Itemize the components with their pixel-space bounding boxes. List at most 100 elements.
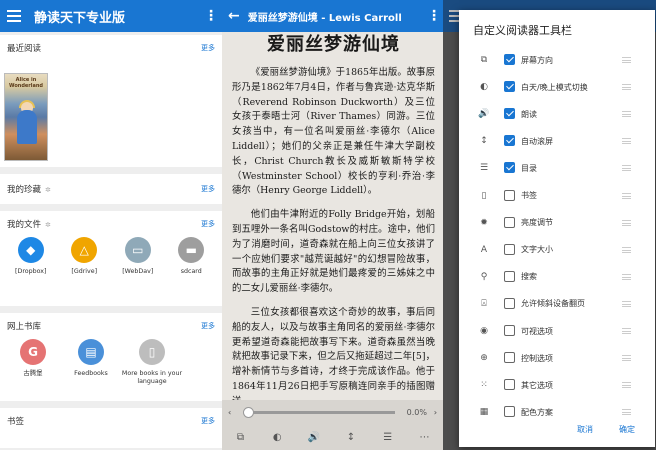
progress-slider-thumb[interactable]: [243, 406, 254, 418]
toolbar-option-row[interactable]: ▦ 配色方案: [459, 403, 655, 421]
day-night-icon[interactable]: ◐: [265, 432, 289, 443]
option-label: 屏幕方向: [521, 55, 553, 65]
files-title-wrap: 我的文件 ✲: [7, 218, 201, 230]
dialog-title: 自定义阅读器工具栏: [473, 24, 572, 37]
option-label: 朗读: [521, 109, 537, 119]
drag-handle-icon[interactable]: [622, 328, 631, 334]
file-source-label: [Dropbox]: [15, 268, 47, 275]
toolbar-option-row[interactable]: ⚲ 搜索: [459, 268, 655, 286]
toolbar-option-row[interactable]: ☰ 目录: [459, 159, 655, 177]
toolbar-option-row[interactable]: ⁙ 其它选项: [459, 376, 655, 394]
toolbar-option-row[interactable]: ✹ 亮度调节: [459, 214, 655, 232]
online-source-gutenberg[interactable]: G 古腾堡: [4, 339, 62, 386]
option-checkbox[interactable]: [504, 135, 515, 147]
favorites-title: 我的珍藏: [7, 185, 42, 195]
toolbar-option-row[interactable]: 🔊 朗读: [459, 105, 655, 123]
cancel-button[interactable]: 取消: [577, 424, 593, 435]
reader-app-bar: ← 爱丽丝梦游仙境 - Lewis Carroll ⋮: [222, 0, 443, 32]
more-icon[interactable]: ⋯: [413, 432, 437, 443]
favorites-more-link[interactable]: 更多: [201, 184, 215, 194]
favorites-title-wrap: 我的珍藏 ✲: [7, 183, 201, 195]
option-checkbox[interactable]: [504, 108, 515, 120]
reader-paragraph: 他们由牛津附近的Folly Bridge开始，划船到五哩外一条名叫Godstow…: [232, 209, 435, 295]
book-icon: ▯: [139, 339, 165, 365]
option-checkbox[interactable]: [504, 352, 515, 364]
book-cover-alice[interactable]: Alice in Wonderland: [4, 73, 48, 161]
customize-toolbar-dialog: 自定义阅读器工具栏 ⧉ 屏幕方向 ◐ 白天/晚上模式切换 🔊 朗读 ↕ 自动滚屏 ☰ 目录 ▯ 书签 ✹…: [459, 10, 655, 447]
toolbar-option-row[interactable]: ⧉ 屏幕方向: [459, 51, 655, 69]
option-label: 亮度调节: [521, 218, 553, 228]
reader-overflow-menu-icon[interactable]: ⋮: [427, 8, 441, 24]
drag-handle-icon[interactable]: [622, 246, 631, 253]
option-checkbox[interactable]: [504, 189, 515, 201]
back-arrow-icon[interactable]: ←: [228, 8, 240, 24]
toolbar-option-row[interactable]: A 文字大小: [459, 241, 655, 259]
toc-icon[interactable]: ☰: [376, 432, 400, 443]
progress-slider[interactable]: [243, 406, 395, 418]
toolbar-option-row[interactable]: ◉ 可视选项: [459, 322, 655, 340]
file-source-gdrive[interactable]: △ [Gdrive]: [58, 237, 112, 276]
option-checkbox[interactable]: [504, 379, 515, 391]
cover-art-dress: [17, 110, 37, 144]
toc-icon: ☰: [479, 163, 489, 174]
library-panel: 静读天下专业版 ⋮ 最近阅读 更多 Alice in Wonderland 我的…: [0, 0, 222, 450]
online-more-link[interactable]: 更多: [201, 321, 215, 331]
file-source-webdav[interactable]: ▭ [WebDav]: [111, 237, 165, 276]
drag-handle-icon[interactable]: [622, 57, 631, 63]
reader-toolbar: ⧉ ◐ 🔊 ↕ ☰ ⋯: [222, 424, 443, 450]
drag-handle-icon[interactable]: [622, 273, 631, 280]
toolbar-option-row[interactable]: ↕ 自动滚屏: [459, 132, 655, 150]
other-options-icon: ⁙: [480, 380, 488, 391]
settings-small-icon[interactable]: ✲: [45, 186, 51, 194]
option-checkbox[interactable]: [504, 270, 515, 282]
drag-handle-icon[interactable]: [622, 300, 631, 307]
drag-handle-icon[interactable]: [622, 219, 631, 226]
online-source-feedbooks[interactable]: ▤ Feedbooks: [62, 339, 120, 386]
drag-handle-icon[interactable]: [622, 138, 631, 145]
recent-more-link[interactable]: 更多: [201, 43, 215, 53]
next-chevron-icon[interactable]: ›: [427, 408, 437, 417]
control-icon: ⊕: [480, 353, 488, 364]
toolbar-option-row[interactable]: ◐ 白天/晚上模式切换: [459, 78, 655, 96]
toolbar-option-row[interactable]: ▯ 书签: [459, 187, 655, 205]
toolbar-option-row[interactable]: ⊕ 控制选项: [459, 349, 655, 367]
toolbar-option-row[interactable]: ⍓ 允许倾斜设备翻页: [459, 295, 655, 313]
bookmarks-more-link[interactable]: 更多: [201, 416, 215, 426]
reader-page[interactable]: 爱丽丝梦游仙境 《爱丽丝梦游仙境》于1865年出版。故事原形乃是1862年7月4…: [222, 32, 443, 400]
drag-handle-icon[interactable]: [622, 382, 631, 389]
option-checkbox[interactable]: [504, 162, 515, 174]
drag-handle-icon[interactable]: [622, 409, 631, 416]
option-checkbox[interactable]: [504, 297, 515, 309]
overflow-menu-icon[interactable]: ⋮: [204, 8, 218, 24]
settings-small-icon[interactable]: ✲: [45, 221, 51, 229]
option-label: 控制选项: [521, 353, 553, 363]
file-source-dropbox[interactable]: ◆ [Dropbox]: [4, 237, 58, 276]
option-label: 可视选项: [521, 326, 553, 336]
option-checkbox[interactable]: [504, 216, 515, 228]
file-source-sdcard[interactable]: ▬ sdcard: [165, 237, 219, 276]
option-checkbox[interactable]: [504, 243, 515, 255]
drag-handle-icon[interactable]: [622, 355, 631, 362]
option-checkbox[interactable]: [504, 325, 515, 336]
previous-chevron-icon[interactable]: ‹: [228, 408, 238, 417]
ok-button[interactable]: 确定: [619, 424, 635, 435]
folder-icon: ▬: [178, 237, 205, 263]
online-source-more-books[interactable]: ▯ More books in your language: [120, 339, 184, 386]
recent-reading-title: 最近阅读: [7, 44, 42, 54]
auto-scroll-icon[interactable]: ↕: [339, 432, 363, 443]
files-more-link[interactable]: 更多: [201, 219, 215, 229]
online-library-title: 网上书库: [7, 322, 42, 332]
option-checkbox[interactable]: [504, 54, 515, 65]
option-checkbox[interactable]: [504, 406, 515, 418]
option-checkbox[interactable]: [504, 81, 515, 93]
option-label: 其它选项: [521, 380, 553, 390]
auto-scroll-icon: ↕: [480, 136, 488, 147]
drag-handle-icon[interactable]: [622, 192, 631, 199]
screen-rotation-icon[interactable]: ⧉: [228, 432, 252, 443]
drag-handle-icon[interactable]: [622, 165, 631, 172]
speaker-icon[interactable]: 🔊: [302, 432, 326, 443]
drag-handle-icon[interactable]: [622, 84, 631, 91]
drag-handle-icon[interactable]: [622, 111, 631, 118]
search-icon: ⚲: [480, 271, 488, 282]
hamburger-menu-icon[interactable]: [6, 8, 22, 24]
